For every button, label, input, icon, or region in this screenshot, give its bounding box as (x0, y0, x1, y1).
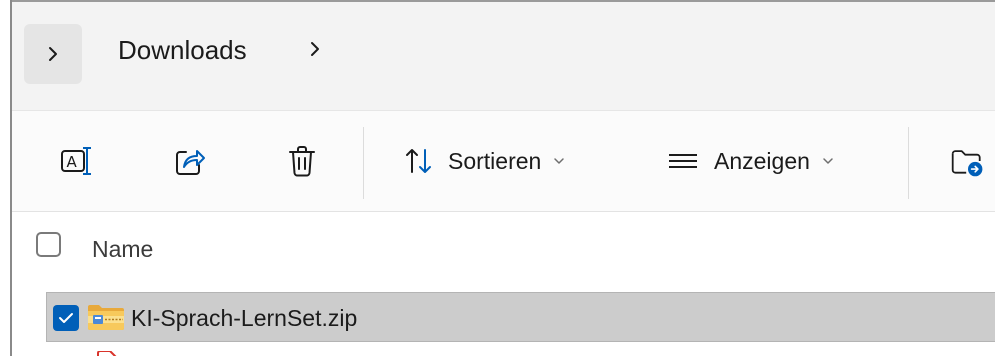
select-all-checkbox[interactable] (36, 232, 61, 257)
sort-icon (406, 149, 431, 173)
sort-label: Sortieren (448, 147, 542, 174)
chevron-down-icon (554, 158, 565, 164)
share-icon (176, 150, 205, 175)
sort-menu-button[interactable]: Sortieren (404, 141, 565, 181)
view-lines-icon (669, 154, 697, 168)
view-menu-button[interactable]: Anzeigen (666, 141, 834, 181)
toolbar-separator (363, 127, 364, 199)
extract-all-button[interactable] (950, 141, 986, 181)
column-header-name[interactable]: Name (92, 236, 153, 263)
share-button[interactable] (170, 141, 210, 181)
delete-button[interactable] (282, 141, 322, 181)
rename-button[interactable]: A (56, 141, 96, 181)
file-row[interactable]: KI-Sprach-LernSet.zip (46, 292, 995, 342)
svg-text:A: A (67, 153, 78, 171)
chevron-right-icon (311, 42, 319, 56)
chevron-down-icon (823, 158, 833, 164)
file-name: KI-Sprach-LernSet.zip (131, 305, 358, 331)
command-bar: A Sortieren Anzeigen (12, 110, 995, 212)
file-list: Name KI-Sprach-LernSet.zip (12, 212, 995, 356)
chevron-right-icon (49, 47, 57, 61)
row-checkbox[interactable] (53, 305, 79, 331)
address-bar: Downloads (12, 2, 995, 110)
breadcrumb-downloads[interactable]: Downloads (118, 35, 247, 66)
checkmark-icon (59, 313, 73, 323)
breadcrumb-chevron-button[interactable] (308, 38, 322, 65)
toolbar-separator (908, 127, 909, 199)
expand-path-button[interactable] (24, 24, 82, 84)
folder-extract-icon (951, 150, 983, 177)
trash-icon (289, 146, 315, 177)
view-label: Anzeigen (714, 147, 810, 174)
pdf-file-icon (96, 350, 120, 356)
rename-icon: A (61, 147, 91, 175)
zip-folder-icon (87, 303, 125, 336)
